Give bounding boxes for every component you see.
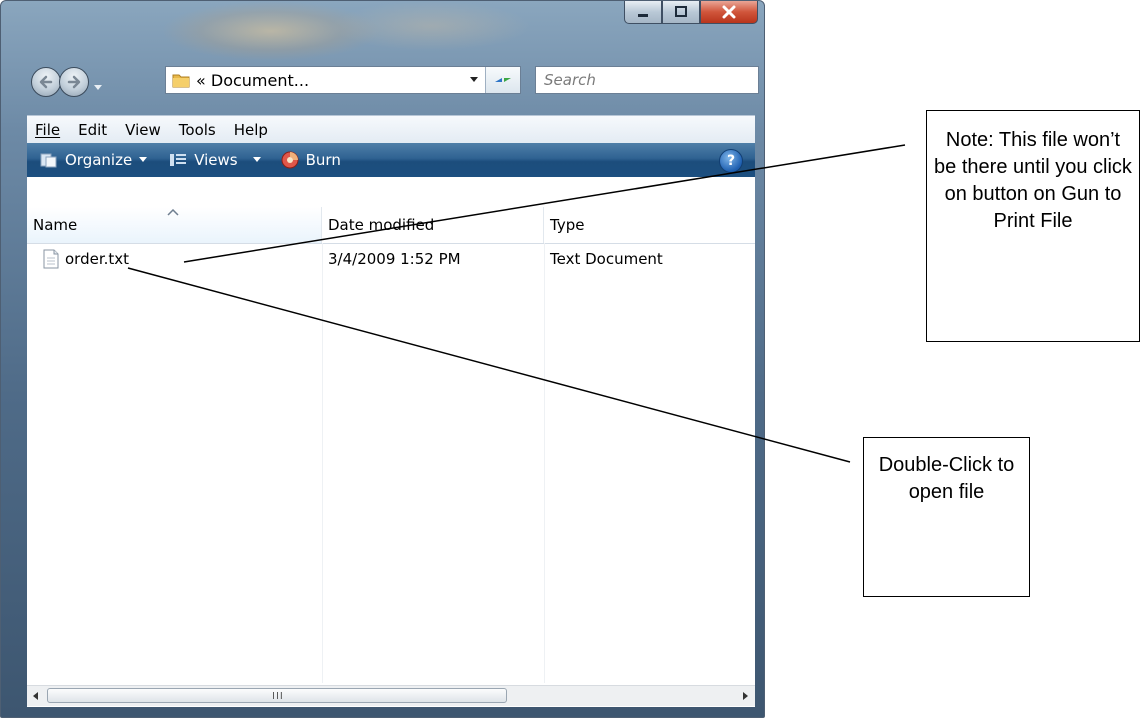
scroll-right-button[interactable] bbox=[737, 686, 755, 706]
text-document-icon bbox=[43, 249, 59, 269]
aero-glass-highlight bbox=[331, 1, 531, 51]
refresh-arrows-icon bbox=[495, 78, 511, 82]
address-dropdown[interactable] bbox=[463, 76, 485, 84]
maximize-icon bbox=[675, 6, 687, 17]
menu-view[interactable]: View bbox=[125, 121, 161, 139]
column-header-date[interactable]: Date modified bbox=[322, 207, 544, 243]
explorer-window: « Document... Search File Edit View Tool… bbox=[0, 0, 765, 718]
chevron-down-icon bbox=[139, 157, 148, 162]
chevron-right-icon bbox=[743, 692, 748, 700]
scroll-grip: III bbox=[272, 691, 284, 702]
command-bar: Organize Views Burn ? bbox=[27, 143, 755, 177]
help-icon[interactable]: ? bbox=[719, 149, 743, 173]
file-list-pane: Name Date modified Type order.txt 3/4/20… bbox=[27, 177, 755, 707]
back-arrow-icon bbox=[39, 75, 53, 89]
maximize-button[interactable] bbox=[662, 1, 700, 24]
burn-button[interactable]: Burn bbox=[280, 150, 341, 170]
refresh-button[interactable] bbox=[485, 67, 520, 93]
folder-icon bbox=[172, 74, 190, 88]
views-label: Views bbox=[194, 151, 238, 169]
chevron-down-icon bbox=[94, 85, 102, 90]
file-type: Text Document bbox=[550, 250, 663, 268]
organize-button[interactable]: Organize bbox=[39, 151, 148, 169]
close-button[interactable] bbox=[700, 1, 758, 24]
column-header-name-label: Name bbox=[33, 216, 78, 234]
file-name-cell[interactable]: order.txt bbox=[27, 249, 322, 269]
minimize-icon bbox=[638, 14, 648, 17]
menu-help[interactable]: Help bbox=[234, 121, 268, 139]
sort-ascending-icon bbox=[167, 209, 179, 216]
back-button[interactable] bbox=[31, 67, 61, 97]
menu-file[interactable]: File bbox=[35, 121, 60, 139]
column-headers: Name Date modified Type bbox=[27, 207, 755, 244]
burn-label: Burn bbox=[305, 151, 341, 169]
chevron-down-icon bbox=[252, 157, 261, 162]
organize-icon bbox=[39, 151, 59, 169]
navigation-bar: « Document... Search bbox=[1, 63, 764, 99]
column-separator bbox=[544, 243, 545, 683]
recent-pages-dropdown[interactable] bbox=[93, 77, 103, 96]
horizontal-scrollbar[interactable]: III bbox=[27, 685, 755, 706]
caption-buttons bbox=[624, 1, 758, 25]
forward-button[interactable] bbox=[59, 67, 89, 97]
column-separator bbox=[322, 243, 323, 683]
menu-edit[interactable]: Edit bbox=[78, 121, 107, 139]
minimize-button[interactable] bbox=[624, 1, 662, 24]
views-icon bbox=[168, 151, 188, 169]
scroll-thumb[interactable]: III bbox=[47, 688, 507, 703]
file-name: order.txt bbox=[65, 250, 130, 268]
chevron-down-icon bbox=[470, 77, 478, 82]
search-input[interactable]: Search bbox=[535, 66, 759, 94]
menu-bar: File Edit View Tools Help bbox=[27, 115, 755, 144]
column-header-name[interactable]: Name bbox=[27, 207, 322, 243]
menu-tools[interactable]: Tools bbox=[179, 121, 216, 139]
close-icon bbox=[722, 5, 736, 19]
organize-label: Organize bbox=[65, 151, 133, 169]
views-button[interactable]: Views bbox=[168, 151, 261, 169]
file-row[interactable]: order.txt 3/4/2009 1:52 PM Text Document bbox=[27, 245, 755, 273]
column-header-type-label: Type bbox=[550, 216, 585, 234]
address-path: « Document... bbox=[196, 70, 310, 90]
file-date: 3/4/2009 1:52 PM bbox=[328, 250, 461, 268]
scroll-left-button[interactable] bbox=[27, 686, 45, 706]
chevron-left-icon bbox=[33, 692, 38, 700]
address-bar[interactable]: « Document... bbox=[165, 66, 521, 94]
forward-arrow-icon bbox=[67, 75, 81, 89]
double-click-callout: Double-Click to open file bbox=[863, 437, 1030, 597]
column-header-type[interactable]: Type bbox=[544, 207, 755, 243]
note-callout: Note: This file won’t be there until you… bbox=[926, 110, 1140, 342]
column-header-date-label: Date modified bbox=[328, 216, 435, 234]
burn-disc-icon bbox=[280, 150, 300, 170]
